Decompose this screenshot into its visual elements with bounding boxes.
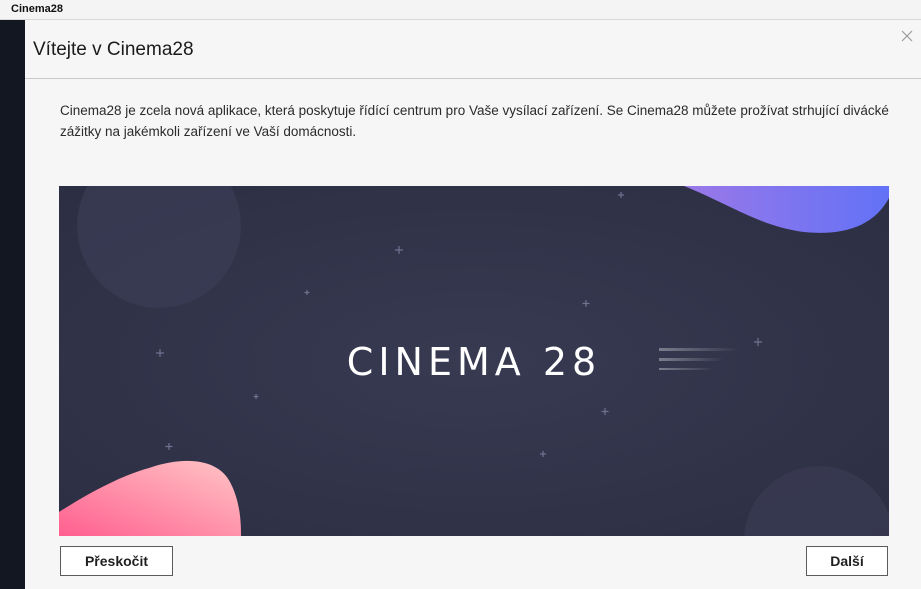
dialog-title: Vítejte v Cinema28 bbox=[33, 39, 194, 60]
app-title: Cinema28 bbox=[11, 3, 63, 15]
dialog-description: Cinema28 je zcela nová aplikace, která p… bbox=[60, 103, 889, 139]
close-button[interactable] bbox=[899, 28, 915, 44]
next-button[interactable]: Další bbox=[806, 546, 888, 576]
app-title-bar: Cinema28 bbox=[0, 0, 921, 20]
close-icon bbox=[901, 30, 913, 42]
welcome-dialog: Vítejte v Cinema28 Cinema28 je zcela nov… bbox=[25, 20, 921, 589]
skip-button[interactable]: Přeskočit bbox=[60, 546, 173, 576]
background-app-strip bbox=[0, 20, 25, 589]
cinema28-logo: CINEMA 28 bbox=[347, 340, 601, 384]
logo-streak bbox=[659, 368, 714, 370]
logo-streak bbox=[659, 358, 724, 361]
hero-banner: CINEMA 28 bbox=[59, 186, 889, 536]
dialog-header: Vítejte v Cinema28 bbox=[25, 20, 921, 79]
logo-streak bbox=[659, 348, 739, 351]
